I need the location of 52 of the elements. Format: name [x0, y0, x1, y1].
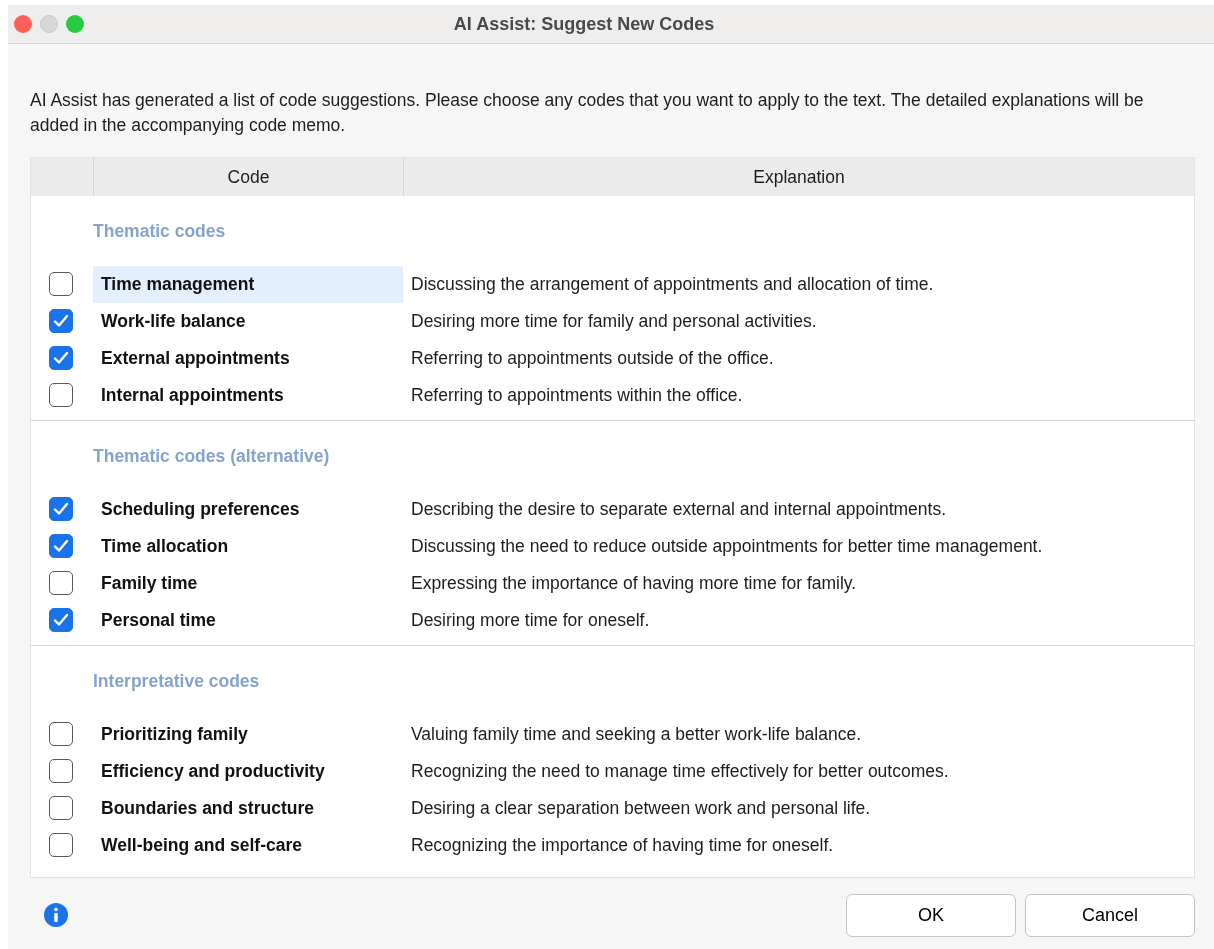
- code-cell[interactable]: Scheduling preferences: [93, 490, 403, 528]
- explanation-cell: Referring to appointments within the office.: [411, 385, 743, 406]
- explanation-cell: Valuing family time and seeking a better work-life balance.: [411, 724, 862, 745]
- checkbox[interactable]: [49, 534, 73, 559]
- checkbox[interactable]: [49, 722, 73, 747]
- checkmark-icon: [53, 613, 69, 628]
- code-cell[interactable]: Work-life balance: [93, 302, 403, 340]
- code-cell[interactable]: External appointments: [93, 339, 403, 377]
- explanation-cell: Expressing the importance of having more time for family.: [411, 573, 857, 594]
- code-cell[interactable]: Efficiency and productivity: [93, 752, 403, 790]
- code-cell[interactable]: Internal appointments: [93, 376, 403, 414]
- checkbox[interactable]: [49, 272, 73, 297]
- checkbox[interactable]: [49, 833, 73, 858]
- explanation-cell: Desiring a clear separation between work and personal life.: [411, 798, 871, 819]
- window-title: AI Assist: Suggest New Codes: [453, 13, 715, 34]
- info-icon[interactable]: [43, 902, 69, 929]
- code-cell[interactable]: Personal time: [93, 601, 403, 639]
- explanation-cell: Desiring more time for oneself.: [411, 610, 650, 631]
- code-cell[interactable]: Boundaries and structure: [93, 789, 403, 827]
- checkbox[interactable]: [49, 497, 73, 522]
- code-cell[interactable]: Time management: [93, 265, 403, 303]
- checkmark-icon: [53, 314, 69, 329]
- code-cell[interactable]: Well-being and self-care: [93, 826, 403, 864]
- checkbox[interactable]: [49, 759, 73, 784]
- explanation-cell: Referring to appointments outside of the office.: [411, 348, 774, 369]
- column-header[interactable]: Code: [227, 163, 270, 190]
- code-cell[interactable]: Prioritizing family: [93, 715, 403, 753]
- code-cell[interactable]: Time allocation: [93, 527, 403, 565]
- checkbox[interactable]: [49, 346, 73, 371]
- group-title: Thematic codes (alternative): [93, 445, 330, 466]
- checkmark-icon: [53, 539, 69, 554]
- instruction-text: AI Assist has generated a list of code suggestions. Please choose any codes that you want to apply to the text. The detailed explanations will be added in the accompanying code memo.: [29, 89, 1145, 138]
- explanation-cell: Discussing the arrangement of appointments and allocation of time.: [411, 274, 934, 295]
- ok-button[interactable]: OK: [846, 893, 1016, 937]
- explanation-cell: Describing the desire to separate external and internal appointments.: [411, 499, 947, 520]
- group-title: Thematic codes: [93, 220, 226, 241]
- checkbox[interactable]: [49, 608, 73, 633]
- checkbox[interactable]: [49, 383, 73, 408]
- explanation-cell: Discussing the need to reduce outside appointments for better time management.: [411, 536, 1043, 557]
- explanation-cell: Desiring more time for family and personal activities.: [411, 311, 817, 332]
- group-title: Interpretative codes: [93, 670, 260, 691]
- code-cell[interactable]: Family time: [93, 564, 403, 602]
- column-header[interactable]: Explanation: [753, 163, 845, 190]
- checkbox[interactable]: [49, 309, 73, 334]
- explanation-cell: Recognizing the importance of having time for oneself.: [411, 835, 834, 856]
- checkmark-icon: [53, 351, 69, 366]
- checkmark-icon: [53, 502, 69, 517]
- checkbox[interactable]: [49, 571, 73, 596]
- explanation-cell: Recognizing the need to manage time effectively for better outcomes.: [411, 761, 949, 782]
- checkbox[interactable]: [49, 796, 73, 821]
- cancel-button[interactable]: Cancel: [1025, 893, 1195, 937]
- close-button[interactable]: [14, 15, 32, 33]
